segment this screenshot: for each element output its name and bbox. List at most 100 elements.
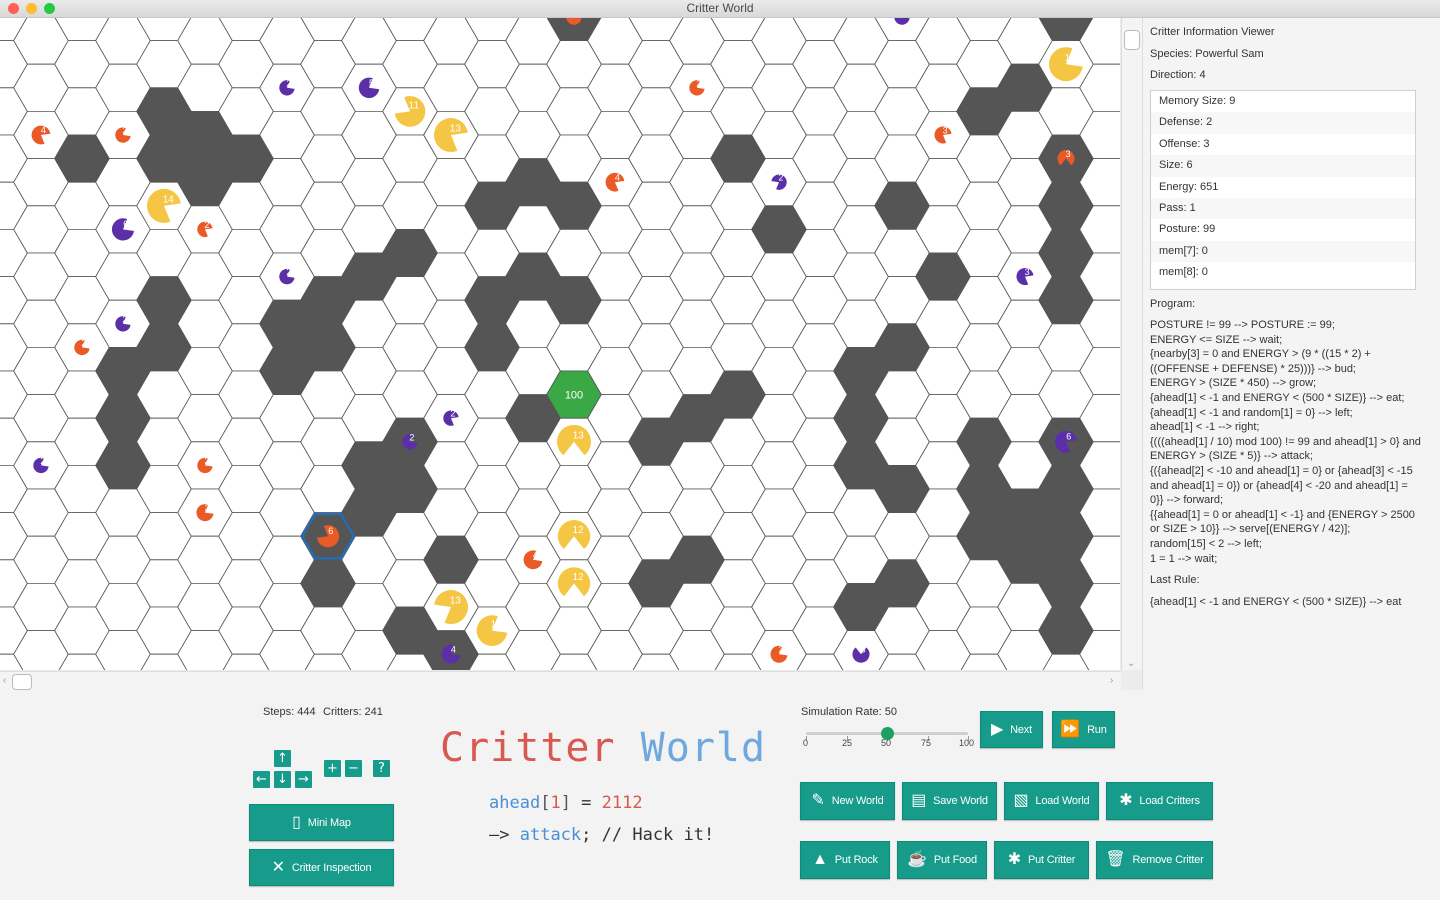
code-attack: attack — [519, 825, 582, 845]
critter-size-label: 13 — [450, 124, 462, 135]
food-amount: 100 — [565, 390, 583, 402]
pan-up-button[interactable]: ↑ — [274, 750, 291, 767]
pan-left-button[interactable]: ← — [253, 771, 270, 788]
code-number: 2112 — [601, 793, 643, 813]
vertical-scrollbar[interactable]: ⌄ — [1121, 18, 1142, 670]
critter-size-label: 3 — [1066, 149, 1071, 159]
next-button[interactable]: ▶ Next — [980, 711, 1043, 748]
last-rule-text: {ahead[1] < -1 and ENERGY < (500 * SIZE)… — [1150, 596, 1402, 608]
stats-list[interactable]: Memory Size: 9 Defense: 2 Offense: 3 Siz… — [1150, 90, 1416, 290]
simulation-rate-label: Simulation Rate: 50 — [801, 706, 897, 718]
critter-size-label: 6 — [328, 526, 333, 536]
save-file-icon: ▤ — [911, 792, 927, 809]
put-critter-button[interactable]: ✱ Put Critter — [994, 841, 1089, 879]
code-lbracket: [ — [540, 793, 551, 813]
horizontal-scroll-thumb[interactable] — [12, 674, 32, 690]
save-world-label: Save World — [933, 795, 988, 807]
critter-size-label: 2 — [122, 125, 127, 135]
scroll-right-arrow-icon[interactable]: › — [1110, 675, 1113, 686]
logo-word-critter: Critter — [440, 725, 616, 771]
code-ahead: ahead — [489, 793, 541, 813]
critter-size-label: 2 — [286, 78, 291, 88]
critter-size-label: 3 — [205, 503, 210, 513]
scroll-down-arrow-icon[interactable]: ⌄ — [1127, 658, 1135, 669]
critter-size-label: 4 — [41, 125, 46, 135]
critter-size-label: 2 — [81, 338, 86, 348]
scroll-left-arrow-icon[interactable]: ‹ — [3, 675, 6, 686]
mini-map-button[interactable]: ▯ Mini Map — [249, 804, 394, 841]
program-text: POSTURE != 99 --> POSTURE := 99; ENERGY … — [1150, 319, 1421, 565]
tick-0: 0 — [803, 738, 809, 748]
critter-size-label: 3 — [861, 644, 866, 654]
critter-size-label: 13 — [573, 430, 585, 441]
info-species: Species: Powerful Sam — [1150, 48, 1264, 60]
hex-grid[interactable]: 1002522213421311423362142322222213634612… — [0, 18, 1120, 670]
program-label: Program: — [1150, 298, 1196, 310]
load-world-button[interactable]: ▧ Load World — [1004, 782, 1099, 820]
map-icon: ▯ — [292, 813, 301, 831]
stat-mem-7: mem[7]: 0 — [1151, 240, 1415, 263]
code-index: 1 — [550, 793, 561, 813]
critter-size-label: 12 — [572, 525, 584, 536]
world-view[interactable]: 1002522213421311423362142322222213634612… — [0, 18, 1120, 670]
critter-size-label: 3 — [1025, 267, 1030, 277]
logo-code-line-2: —> attack; // Hack it! — [489, 825, 714, 845]
put-rock-label: Put Rock — [834, 854, 878, 866]
run-button[interactable]: ⏩ Run — [1052, 711, 1115, 748]
remove-critter-label: Remove Critter — [1132, 854, 1204, 866]
horizontal-scrollbar[interactable]: ‹ › — [0, 671, 1121, 691]
new-world-button[interactable]: ✎ New World — [800, 782, 895, 820]
load-critters-button[interactable]: ✱ Load Critters — [1106, 782, 1213, 820]
pan-right-button[interactable]: → — [295, 771, 312, 788]
put-rock-button[interactable]: ▲ Put Rock — [800, 841, 890, 879]
stat-pass: Pass: 1 — [1151, 197, 1415, 220]
zoom-in-button[interactable]: + — [324, 760, 341, 777]
stat-posture: Posture: 99 — [1159, 223, 1216, 236]
info-direction: Direction: 4 — [1150, 69, 1206, 81]
put-food-label: Put Food — [933, 854, 977, 866]
bug-icon: ✱ — [1007, 851, 1021, 868]
critter-size-label: 13 — [450, 596, 462, 607]
info-title: Critter Information Viewer — [1150, 26, 1275, 38]
put-food-button[interactable]: ☕ Put Food — [897, 841, 987, 879]
slider-tick-labels: 0 25 50 75 100 — [803, 738, 974, 750]
critter-size-label: 6 — [123, 219, 128, 229]
critter-size-label: 2 — [204, 220, 209, 230]
triangle-rock-icon: ▲ — [812, 851, 828, 868]
critter-size-label: 2 — [122, 314, 127, 324]
food-icon: ☕ — [907, 851, 927, 868]
help-button[interactable]: ? — [373, 760, 390, 777]
critter-size-label: 3 — [779, 644, 784, 654]
bug-icon: ✱ — [1119, 792, 1133, 809]
mini-map-label: Mini Map — [307, 816, 351, 829]
code-arrow: —> — [489, 825, 510, 845]
logo-word-world: World — [640, 725, 767, 771]
control-panel — [0, 690, 1440, 900]
stat-defense: Defense: 2 — [1151, 112, 1415, 134]
critter-size-label: 4 — [533, 550, 538, 560]
app-logo: Critter World — [440, 725, 766, 771]
vertical-scroll-thumb[interactable] — [1124, 30, 1140, 50]
tick-100: 100 — [959, 738, 975, 748]
title-bar: Critter World — [0, 0, 1440, 18]
run-label: Run — [1087, 723, 1107, 736]
magic-wand-icon: ✎ — [811, 792, 825, 809]
save-world-button[interactable]: ▤ Save World — [902, 782, 997, 820]
remove-critter-button[interactable]: 🗑 Remove Critter — [1096, 841, 1213, 879]
stat-memory-size: Memory Size: 9 — [1159, 95, 1236, 107]
critter-size-label: 2 — [778, 173, 783, 183]
critters-count: Critters: 241 — [323, 706, 383, 718]
fast-forward-icon: ⏩ — [1060, 720, 1081, 738]
tick-50: 50 — [881, 738, 892, 748]
critter-inspection-button[interactable]: ✕ Critter Inspection — [249, 849, 394, 886]
pan-down-button[interactable]: ↓ — [274, 771, 291, 788]
next-label: Next — [1010, 723, 1032, 736]
critter-size-label: 4 — [451, 644, 456, 654]
put-critter-label: Put Critter — [1027, 854, 1076, 866]
critter-size-label: 3 — [943, 125, 948, 135]
zoom-out-button[interactable]: − — [345, 760, 362, 777]
logo-code-line-1: ahead[1] = 2112 — [489, 793, 643, 813]
steps-count: Steps: 444 — [263, 706, 316, 718]
stat-energy: Energy: 651 — [1159, 180, 1219, 193]
critter-size-label: 6 — [1066, 432, 1071, 442]
